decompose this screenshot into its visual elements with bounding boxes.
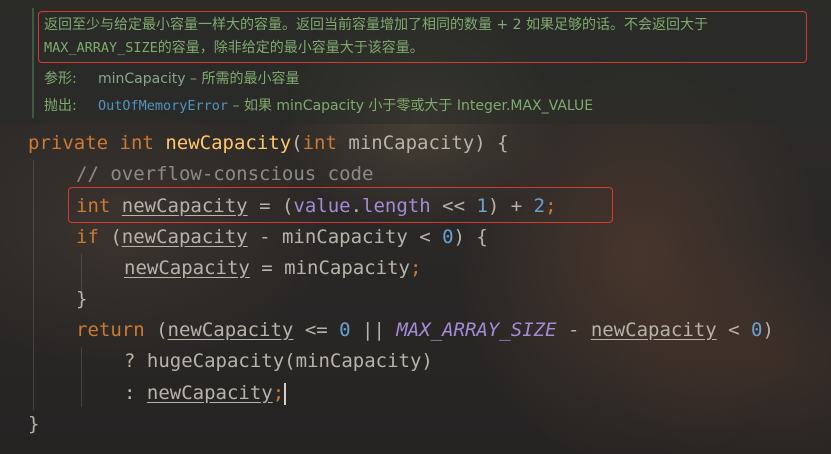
doc-param-name: minCapacity (98, 71, 186, 87)
operator-lt: < (716, 319, 752, 341)
doc-gutter-bar (32, 8, 34, 118)
method-name: newCapacity (165, 132, 292, 154)
close-brace: } (28, 413, 40, 435)
operator-minus: - (556, 319, 591, 341)
comment: // overflow-conscious code (76, 163, 374, 185)
doc-throws-type-link[interactable]: OutOfMemoryError (98, 98, 228, 114)
assignment: = minCapacity (249, 257, 410, 279)
operator-le: <= (293, 319, 340, 341)
close-paren: ) { (453, 226, 488, 248)
var-newCapacity: newCapacity (590, 319, 717, 341)
indent-guide-1 (33, 160, 34, 410)
javadoc-panel: 返回至少与给定最小容量一样大的容量。返回当前容量增加了相同的数量 + 2 如果足… (0, 0, 831, 124)
ternary-colon: : (124, 382, 147, 404)
ternary-true-branch: ? hugeCapacity(minCapacity) (124, 350, 433, 372)
code-line-6[interactable]: } (76, 284, 87, 315)
number-0: 0 (751, 319, 763, 341)
var-newCapacity: newCapacity (124, 257, 250, 279)
doc-throws-desc: – 如果 minCapacity 小于零或大于 Integer.MAX_VALU… (228, 98, 594, 114)
number-0: 0 (442, 226, 454, 248)
close-brace: } (76, 288, 88, 310)
keyword-if: if (76, 226, 99, 248)
keyword-int: int (119, 132, 154, 154)
var-newCapacity: newCapacity (146, 382, 273, 404)
keyword-return: return (76, 319, 145, 341)
text-cursor (284, 382, 287, 405)
param-decl: minCapacity) { (336, 132, 509, 154)
semicolon: ; (272, 382, 285, 404)
code-line-1[interactable]: private int newCapacity(int minCapacity)… (28, 128, 509, 159)
code-highlight-box (68, 187, 613, 223)
code-line-5[interactable]: newCapacity = minCapacity; (124, 253, 421, 284)
semicolon: ; (410, 257, 422, 279)
keyword-int-param: int (302, 132, 337, 154)
code-line-8[interactable]: ? hugeCapacity(minCapacity) (124, 346, 433, 377)
code-line-10[interactable]: } (28, 409, 39, 440)
code-line-4[interactable]: if (newCapacity - minCapacity < 0) { (76, 222, 488, 253)
expression: - minCapacity < (247, 226, 443, 248)
doc-highlight-box (38, 11, 807, 63)
var-newCapacity: newCapacity (167, 319, 294, 341)
indent-guide-3 (81, 347, 82, 407)
close-paren: ) (762, 319, 774, 341)
var-newCapacity: newCapacity (121, 226, 248, 248)
keyword-private: private (28, 132, 109, 154)
doc-throws-label: 抛出: (44, 98, 77, 114)
open-paren: ( (291, 132, 303, 154)
operator-or: || (350, 319, 397, 341)
doc-throws-row: 抛出: OutOfMemoryError – 如果 minCapacity 小于零… (44, 95, 593, 115)
doc-param-label: 参形: (44, 71, 77, 87)
doc-param-desc: – 所需的最小容量 (185, 71, 300, 87)
open-paren: ( (144, 319, 168, 341)
code-line-7[interactable]: return (newCapacity <= 0 || MAX_ARRAY_SI… (76, 315, 774, 346)
constant-max-array-size: MAX_ARRAY_SIZE (396, 319, 557, 341)
number-0: 0 (339, 319, 351, 341)
open-paren: ( (98, 226, 122, 248)
doc-param-row: 参形: minCapacity – 所需的最小容量 (44, 68, 300, 88)
code-line-9[interactable]: : newCapacity; (124, 378, 287, 409)
code-line-2[interactable]: // overflow-conscious code (76, 159, 373, 190)
